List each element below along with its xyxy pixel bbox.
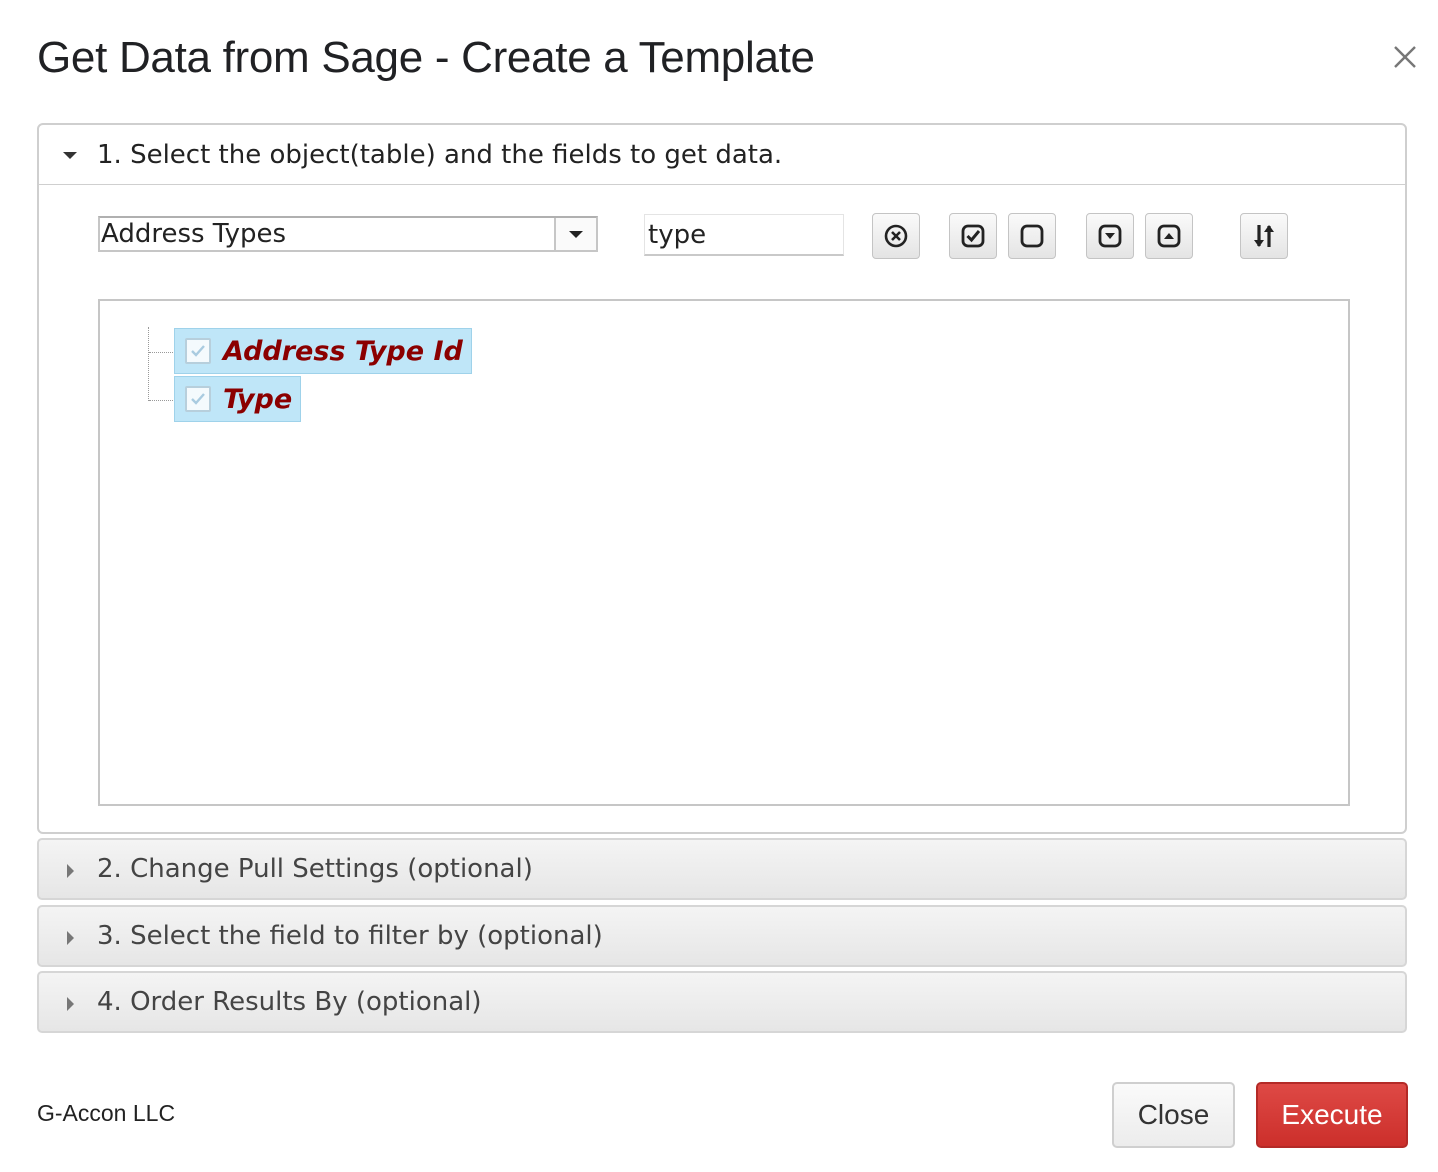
chevron-down-icon[interactable] <box>554 218 596 250</box>
object-select[interactable]: Address Types <box>98 216 598 252</box>
field-tree: Address Type Id Type <box>98 299 1350 806</box>
close-icon[interactable] <box>1388 40 1422 74</box>
sort-icon <box>1254 225 1274 247</box>
execute-button[interactable]: Execute <box>1256 1082 1408 1148</box>
caret-right-icon <box>67 864 74 878</box>
tree-item-label: Address Type Id <box>223 335 463 367</box>
sort-button[interactable] <box>1240 213 1288 259</box>
check-all-button[interactable] <box>949 213 997 259</box>
section-order-results[interactable]: 4. Order Results By (optional) <box>37 971 1407 1033</box>
section-pull-settings[interactable]: 2. Change Pull Settings (optional) <box>37 838 1407 900</box>
check-square-icon <box>961 224 985 248</box>
caret-down-icon <box>63 152 77 159</box>
section-3-label: 3. Select the field to filter by (option… <box>97 921 603 951</box>
checkbox[interactable] <box>185 386 211 412</box>
checkmark-icon <box>191 393 205 405</box>
section-1-label: 1. Select the object(table) and the fiel… <box>97 140 783 170</box>
checkbox[interactable] <box>185 338 211 364</box>
section-1-header[interactable]: 1. Select the object(table) and the fiel… <box>39 125 1405 185</box>
tree-connector <box>148 327 149 401</box>
caret-right-icon <box>67 997 74 1011</box>
tree-item-label: Type <box>223 383 293 415</box>
dialog-title: Get Data from Sage - Create a Template <box>37 33 815 82</box>
section-4-label: 4. Order Results By (optional) <box>97 987 482 1017</box>
checkmark-icon <box>191 345 205 357</box>
close-button[interactable]: Close <box>1112 1082 1235 1148</box>
company-name: G-Accon LLC <box>37 1100 176 1126</box>
collapse-all-button[interactable] <box>1145 213 1193 259</box>
tree-connector <box>149 352 175 353</box>
tree-item-address-type-id[interactable]: Address Type Id <box>174 328 472 374</box>
tree-item-type[interactable]: Type <box>174 376 302 422</box>
expand-all-button[interactable] <box>1086 213 1134 259</box>
square-icon <box>1020 224 1044 248</box>
uncheck-all-button[interactable] <box>1008 213 1056 259</box>
caret-right-icon <box>67 931 74 945</box>
object-select-value: Address Types <box>101 219 287 249</box>
caret-down-square-icon <box>1098 224 1122 248</box>
clear-filter-button[interactable] <box>872 213 920 259</box>
caret-up-square-icon <box>1157 224 1181 248</box>
x-circle-icon <box>884 224 908 248</box>
section-filter-field[interactable]: 3. Select the field to filter by (option… <box>37 905 1407 967</box>
section-2-label: 2. Change Pull Settings (optional) <box>97 854 533 884</box>
section-select-object: 1. Select the object(table) and the fiel… <box>37 123 1407 834</box>
field-filter-input[interactable] <box>644 214 844 256</box>
tree-connector <box>149 400 175 401</box>
